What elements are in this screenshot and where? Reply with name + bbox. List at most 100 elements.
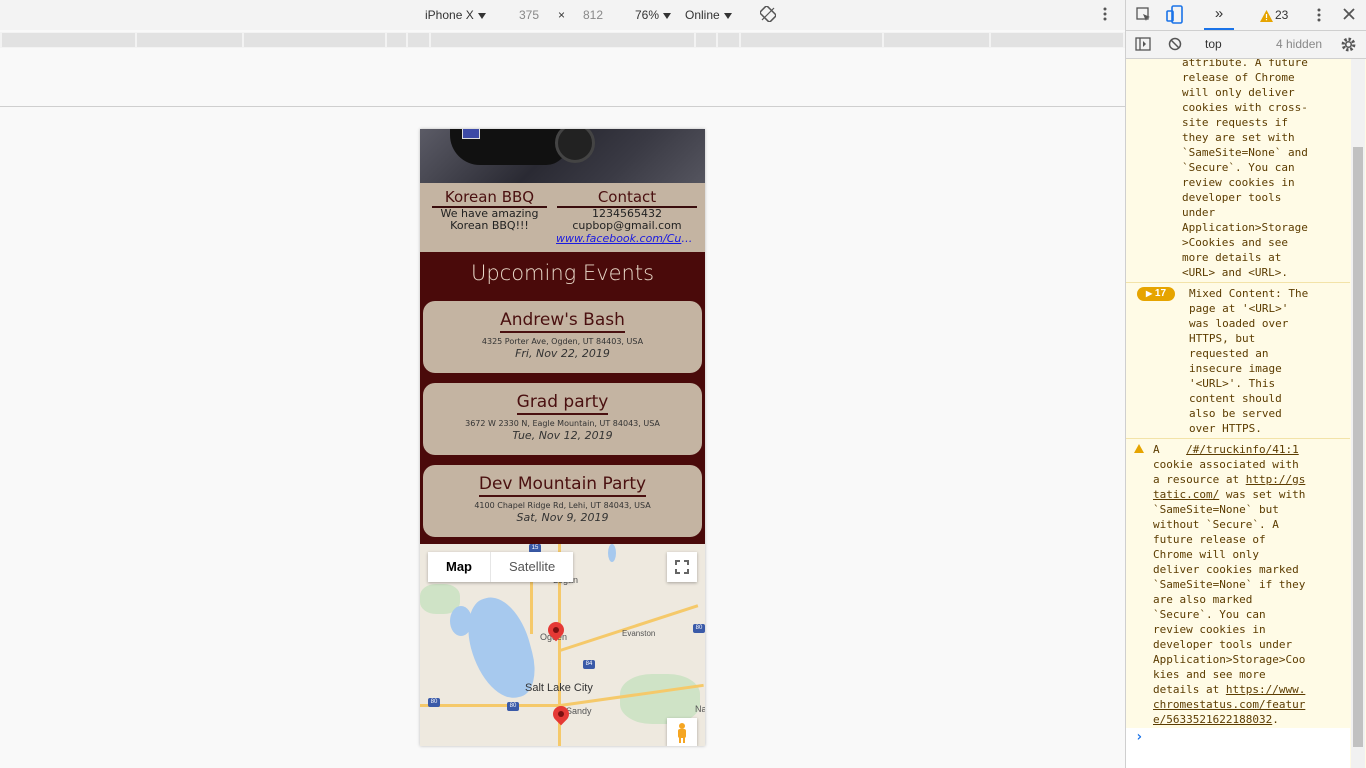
message-line: review cookies in xyxy=(1153,623,1266,636)
repeat-count-badge[interactable]: ▶ 17 xyxy=(1137,287,1175,301)
device-select[interactable]: iPhone X xyxy=(425,8,486,22)
message-line: HTTPS, but xyxy=(1189,332,1256,345)
scrollbar-thumb[interactable] xyxy=(1353,147,1363,747)
event-name[interactable]: Andrew's Bash xyxy=(500,311,625,333)
inspect-element-icon[interactable] xyxy=(1136,7,1152,28)
about-line: Korean BBQ!!! xyxy=(450,219,529,232)
message-line: `SameSite=None` and xyxy=(1182,146,1308,159)
ruler-segment[interactable] xyxy=(387,33,406,47)
resource-link[interactable]: http://gs xyxy=(1246,473,1306,486)
satellite-view-button[interactable]: Satellite xyxy=(491,552,573,582)
context-select[interactable]: top xyxy=(1205,37,1222,51)
event-card[interactable]: Grad party 3672 W 2330 N, Eagle Mountain… xyxy=(423,383,702,455)
wheel-shape xyxy=(555,129,595,163)
hero-image xyxy=(420,129,705,183)
message-line: page at '<URL>' xyxy=(1189,302,1289,315)
message-text: Mixed Content: The page at '<URL>' was loa… xyxy=(1189,286,1308,436)
lake-shape xyxy=(608,544,616,562)
message-line: content should xyxy=(1189,392,1282,405)
message-line: attribute. A future xyxy=(1182,59,1308,69)
message-line: `Secure`. You can xyxy=(1182,161,1295,174)
shield-i80: 80 xyxy=(693,624,705,633)
more-tabs-button[interactable]: » xyxy=(1204,0,1234,30)
ruler-segment[interactable] xyxy=(741,33,882,47)
message-line: tatic.com/ was set with xyxy=(1153,487,1305,502)
device-toolbar: iPhone X 375 × 812 76% Online xyxy=(0,0,1125,30)
close-icon[interactable] xyxy=(1342,7,1356,26)
contact-title: Contact xyxy=(597,188,657,206)
more-options-icon[interactable] xyxy=(1100,6,1110,25)
ruler-segment[interactable] xyxy=(2,33,135,47)
device-toggle-icon[interactable] xyxy=(1166,5,1184,30)
about-title: Korean BBQ xyxy=(444,188,535,206)
prompt-chevron-icon: › xyxy=(1135,729,1144,745)
chevron-down-icon xyxy=(723,12,732,19)
device-viewport[interactable]: Korean BBQ We have amazing Korean BBQ!!!… xyxy=(420,129,705,746)
event-address: 4100 Chapel Ridge Rd, Lehi, UT 84043, US… xyxy=(474,501,651,510)
message-line: >Cookies and see xyxy=(1182,236,1288,249)
hidden-count[interactable]: 4 hidden xyxy=(1276,37,1322,51)
devtools-toolbar: » 23 xyxy=(1126,0,1366,31)
fullscreen-button[interactable] xyxy=(667,552,697,582)
message-line: review cookies in xyxy=(1182,176,1295,189)
event-name[interactable]: Dev Mountain Party xyxy=(478,475,647,497)
message-line: '<URL>'. This xyxy=(1189,377,1276,390)
message-line: they are set with xyxy=(1182,131,1295,144)
street-view-button[interactable] xyxy=(667,718,697,746)
message-fragment: a resource at xyxy=(1153,473,1246,486)
width-input[interactable]: 375 xyxy=(519,8,539,22)
highway xyxy=(530,574,533,634)
ruler-segment[interactable] xyxy=(884,33,989,47)
event-card[interactable]: Andrew's Bash 4325 Porter Ave, Ogden, UT… xyxy=(423,301,702,373)
ruler-segment[interactable] xyxy=(137,33,242,47)
zoom-select[interactable]: 76% xyxy=(635,8,672,22)
facebook-link[interactable]: www.facebook.com/Cupbop xyxy=(556,232,698,245)
chevron-down-icon xyxy=(663,12,672,19)
message-line: insecure image xyxy=(1189,362,1282,375)
chromestatus-link[interactable]: e/5633521622188032 xyxy=(1153,713,1272,726)
shield-i80: 80 xyxy=(428,698,440,707)
event-card[interactable]: Dev Mountain Party 4100 Chapel Ridge Rd,… xyxy=(423,465,702,537)
event-name[interactable]: Grad party xyxy=(516,393,609,415)
ruler-segment[interactable] xyxy=(408,33,429,47)
message-line: a resource at http://gs xyxy=(1153,472,1305,487)
message-line: Application>Storage xyxy=(1182,221,1308,234)
warning-count[interactable]: 23 xyxy=(1275,8,1288,22)
media-query-ruler[interactable] xyxy=(0,32,1125,48)
console-messages: attribute. A future release of Chrome will… xyxy=(1126,59,1350,768)
more-options-icon[interactable] xyxy=(1315,7,1323,28)
map-label-sandy: Sandy xyxy=(566,706,592,716)
console-scrollbar[interactable] xyxy=(1351,59,1365,768)
map-view-button[interactable]: Map xyxy=(428,552,491,582)
chromestatus-link[interactable]: https://www. xyxy=(1226,683,1305,696)
interstate-80 xyxy=(420,704,560,707)
console-prompt[interactable]: › xyxy=(1126,728,1350,768)
event-date: Tue, Nov 12, 2019 xyxy=(512,429,613,442)
clear-console-icon[interactable] xyxy=(1168,37,1182,54)
network-value: Online xyxy=(685,8,720,22)
sidebar-toggle-icon[interactable] xyxy=(1135,37,1151,54)
devtools-panel: » 23 top 4 hidden attribute. A future rel… xyxy=(1125,0,1366,768)
ruler-segment[interactable] xyxy=(244,33,385,47)
resource-link[interactable]: tatic.com/ xyxy=(1153,488,1219,501)
message-line: `Secure`. You can xyxy=(1153,608,1266,621)
message-line: more details at xyxy=(1182,251,1282,264)
console-filter-bar: top 4 hidden xyxy=(1126,31,1366,59)
ruler-segment[interactable] xyxy=(431,33,694,47)
google-map[interactable]: Logan Ogden Evanston Salt Lake City Sand… xyxy=(420,544,705,746)
ruler-segment[interactable] xyxy=(696,33,716,47)
console-message: attribute. A future release of Chrome will… xyxy=(1126,59,1350,283)
rotate-icon[interactable] xyxy=(759,5,777,25)
height-input[interactable]: 812 xyxy=(583,8,603,22)
chromestatus-link[interactable]: chromestatus.com/featur xyxy=(1153,698,1305,711)
gear-icon[interactable] xyxy=(1340,36,1357,56)
ruler-segment[interactable] xyxy=(991,33,1123,47)
event-address: 3672 W 2330 N, Eagle Mountain, UT 84043,… xyxy=(465,419,660,428)
events-title: Upcoming Events xyxy=(470,261,655,285)
license-plate-shape xyxy=(462,129,480,139)
source-link[interactable]: /#/truckinfo/41:1 xyxy=(1186,443,1299,456)
message-line: `SameSite=None` but xyxy=(1153,503,1279,516)
network-select[interactable]: Online xyxy=(685,8,732,22)
message-line: kies and see more xyxy=(1153,668,1266,681)
ruler-segment[interactable] xyxy=(718,33,739,47)
